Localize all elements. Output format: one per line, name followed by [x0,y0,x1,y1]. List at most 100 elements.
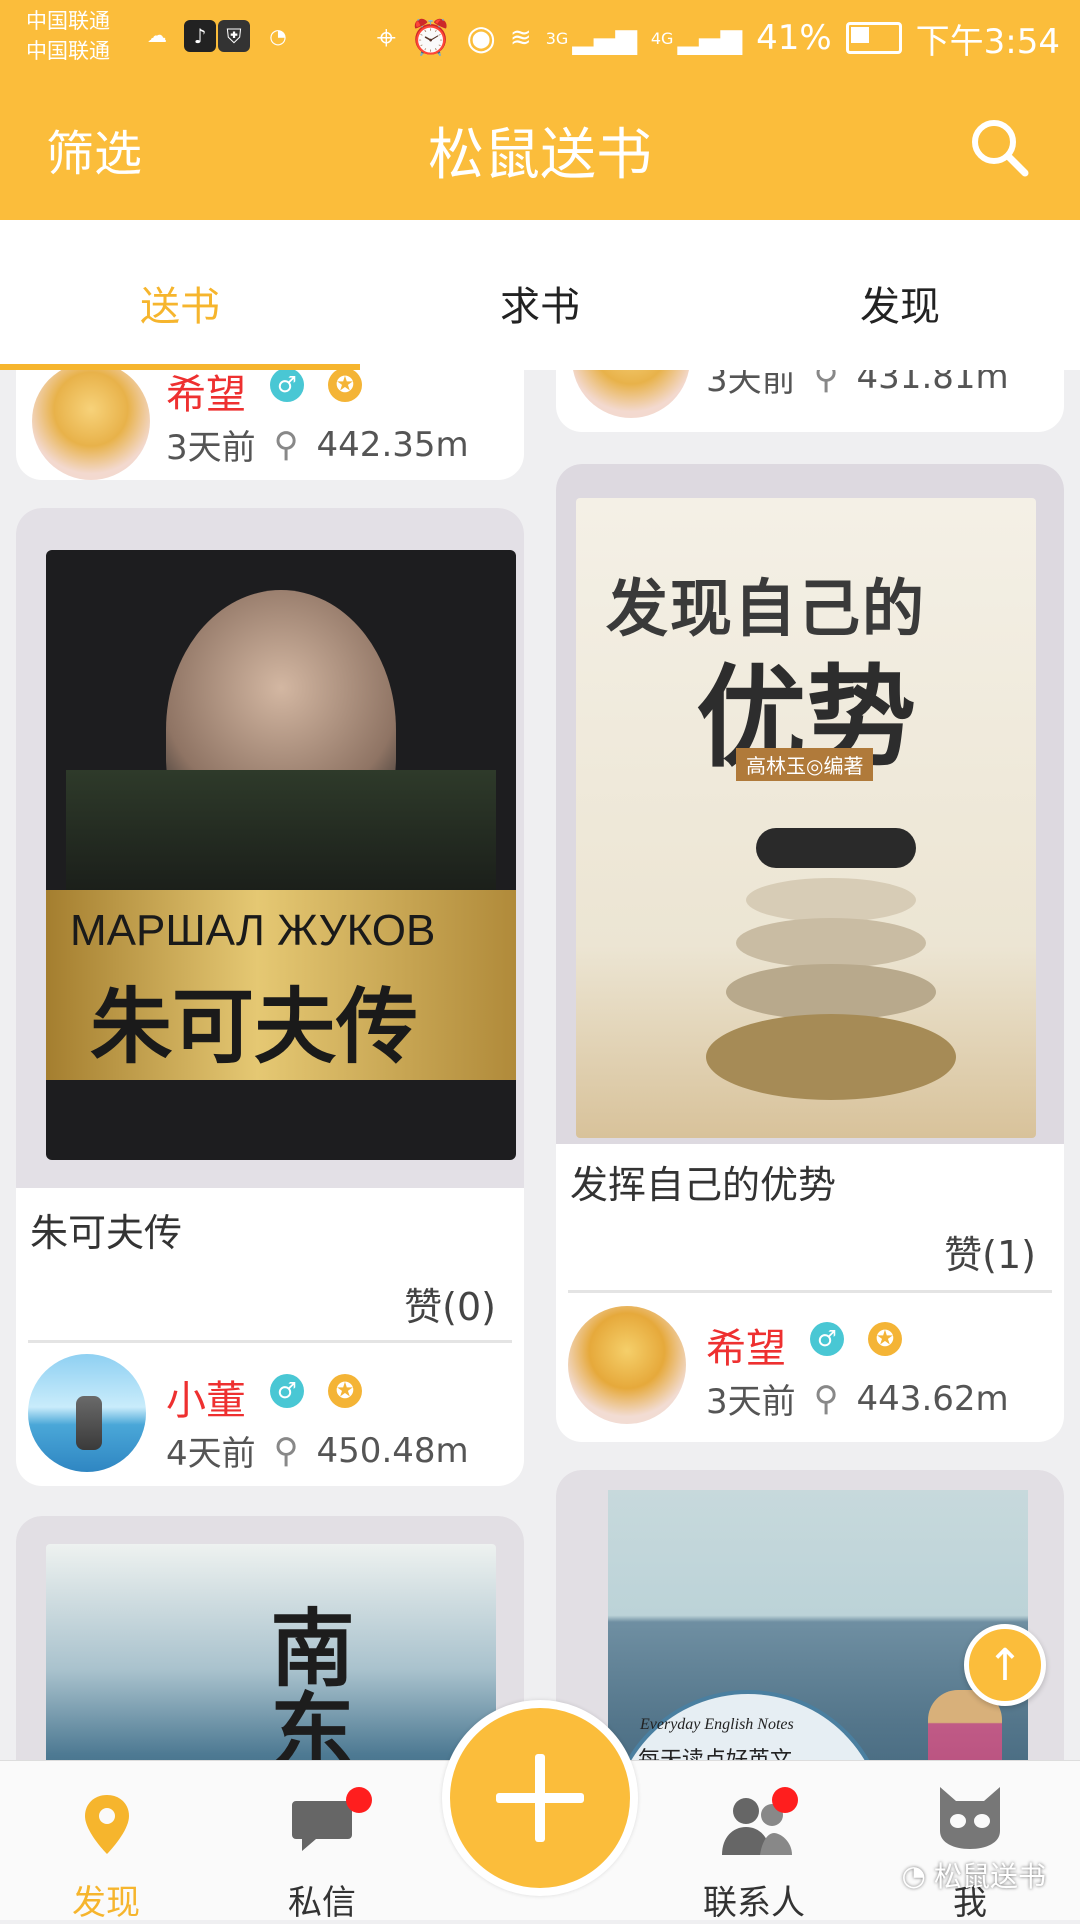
carrier-1: 中国联通 [26,9,110,33]
sunglasses [756,828,916,868]
wechat-icon: ◔ [269,24,287,48]
post-meta: 3天前 ⚲ 443.62m [706,1374,1009,1423]
tiktok-icon: ♪ [184,20,216,52]
battery-icon [845,22,902,54]
book-cover-image[interactable]: Everyday English Notes 每天读点好英文 [556,1470,1064,1760]
medal-icon: ✪ [328,1374,362,1408]
status-bar: 中国联通 中国联通 ☁ ♪ ⛨ ◔ ⌖ ⏰ ◉ ≋ 3G ▂▄▆ 4G ▂▄▆ … [0,0,1080,76]
nav-label: 发现 [72,1883,140,1923]
time-ago: 3天前 [706,1382,796,1422]
cover-title-cn: 朱可夫传 [90,980,419,1075]
cover-title-cn: 每天读点好英文 [638,1742,792,1760]
gender-icon: ♂ [810,1322,844,1356]
book-cover-image[interactable]: МАРШАЛ ЖУКОВ 朱可夫传 [16,508,524,1188]
divider [568,1290,1052,1293]
add-book-button[interactable] [442,1700,638,1896]
arrow-up-icon: ↑ [986,1639,1024,1691]
book-card[interactable]: МАРШАЛ ЖУКОВ 朱可夫传 朱可夫传 赞(0) 小董 ♂ ✪ 4天前 ⚲… [16,508,524,1486]
alarm-icon: ⏰ [409,18,453,58]
battery-percent: 41% [756,18,832,58]
book-card[interactable]: 3天前 ⚲ 431.81m [556,370,1064,432]
network-4g: 4G [650,28,674,48]
signal-icon: ▂▄▆ [677,21,743,55]
scroll-to-top-button[interactable]: ↑ [964,1624,1046,1706]
time-ago: 3天前 [706,370,796,400]
avatar[interactable] [32,370,150,480]
page-title: 松鼠送书 [428,123,652,188]
location-pin-icon: ⚲ [273,1430,299,1471]
avatar[interactable] [568,1306,686,1424]
notification-badge [346,1787,372,1813]
clock: 下午3:54 [915,21,1060,62]
username[interactable]: 希望 [706,1316,786,1374]
title-bar: 筛选 松鼠送书 [0,76,1080,220]
watermark: ◔ 松鼠送书 [902,1855,1046,1895]
nav-profile[interactable]: 我 [870,1761,1070,1923]
distance: 431.81m [856,370,1009,397]
book-card[interactable]: 发现自己的 优势 高林玉◎编著 发挥自己的优势 赞(1) 希望 ♂ ✪ 3天前 … [556,464,1064,1442]
username[interactable]: 希望 [166,370,246,420]
distance: 450.48m [316,1430,469,1471]
nav-contacts[interactable]: 联系人 [654,1761,854,1923]
book-cover: Everyday English Notes 每天读点好英文 [608,1490,1028,1760]
shield-icon: ⛨ [218,20,250,52]
like-count[interactable]: 赞(1) [944,1224,1036,1279]
book-feed[interactable]: 希望 ♂ ✪ 3天前 ⚲ 442.35m 3天前 ⚲ 431.81m МАРША… [0,370,1080,1760]
tab-give-book[interactable]: 送书 [80,274,280,332]
tab-bar: 送书 求书 发现 [0,220,1080,370]
book-card[interactable]: Everyday English Notes 每天读点好英文 [556,1470,1064,1760]
location-pin-icon: ⚲ [813,1378,839,1419]
notification-badge [772,1787,798,1813]
gold-band: МАРШАЛ ЖУКОВ 朱可夫传 [46,890,516,1080]
status-right: ⌖ ⏰ ◉ ≋ 3G ▂▄▆ 4G ▂▄▆ 41% 下午3:54 [377,14,1060,62]
book-cover-image[interactable]: 发现自己的 优势 高林玉◎编著 [556,464,1064,1144]
cover-title-cn: 南东 [257,1604,355,1760]
cover-title-ru: МАРШАЛ ЖУКОВ [70,906,436,955]
gender-icon: ♂ [270,1374,304,1408]
network-3g: 3G [545,28,569,48]
book-cover-image[interactable]: 南东 [16,1516,524,1760]
signal-icon: ▂▄▆ [572,21,637,55]
book-cover: 南东 [46,1544,496,1760]
medal-icon: ✪ [328,370,362,402]
book-title[interactable]: 发挥自己的优势 [570,1154,836,1209]
location-pin-icon: ⚲ [273,424,299,465]
book-card[interactable]: 希望 ♂ ✪ 3天前 ⚲ 442.35m [16,370,524,480]
book-cover: 发现自己的 优势 高林玉◎编著 [576,498,1036,1138]
location-icon: ⌖ [376,18,396,58]
nav-label: 私信 [288,1883,356,1923]
watermark-text: 松鼠送书 [933,1860,1046,1893]
weather-icon: ☁ [147,23,167,47]
eye-icon: ◉ [466,18,496,58]
avatar[interactable] [28,1354,146,1472]
medal-icon: ✪ [868,1322,902,1356]
post-meta: 3天前 ⚲ 442.35m [166,420,469,469]
book-cover: МАРШАЛ ЖУКОВ 朱可夫传 [46,550,516,1160]
cover-title-en: Everyday English Notes [640,1716,794,1733]
cover-author: 高林玉◎编著 [736,748,874,781]
distance: 442.35m [316,424,469,465]
avatar[interactable] [572,370,690,418]
cat-face-icon [940,1787,1000,1849]
plus-icon [496,1754,584,1842]
like-count[interactable]: 赞(0) [404,1276,496,1331]
tab-request-book[interactable]: 求书 [440,274,640,332]
wifi-icon: ≋ [509,23,532,53]
distance: 443.62m [856,1378,1009,1419]
search-icon[interactable] [968,116,1030,178]
book-card[interactable]: 南东 [16,1516,524,1760]
carrier-2: 中国联通 [26,39,110,63]
nav-label: 联系人 [703,1883,805,1923]
username[interactable]: 小董 [166,1368,246,1426]
wechat-icon: ◔ [901,1858,926,1892]
book-title[interactable]: 朱可夫传 [30,1202,182,1257]
time-ago: 4天前 [166,1434,256,1474]
nav-discover[interactable]: 发现 [6,1761,206,1923]
message-icon [292,1801,352,1851]
nav-messages[interactable]: 私信 [222,1761,422,1923]
tab-discover[interactable]: 发现 [800,274,1000,332]
divider [28,1340,512,1343]
post-meta: 4天前 ⚲ 450.48m [166,1426,469,1475]
time-ago: 3天前 [166,428,256,468]
post-meta: 3天前 ⚲ 431.81m [706,370,1009,401]
